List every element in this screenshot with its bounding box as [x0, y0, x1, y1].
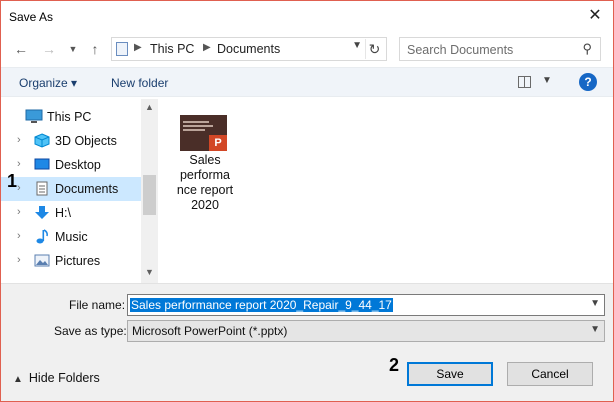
file-name-value[interactable]: Sales performance report 2020_Repair_9_4…: [130, 298, 393, 312]
save-type-select[interactable]: Microsoft PowerPoint (*.pptx) ▼: [127, 320, 605, 342]
sidebar-scrollbar[interactable]: ▲ ▼: [141, 99, 158, 283]
file-label-line: Sales: [189, 153, 221, 167]
chevron-right-icon[interactable]: ›: [17, 182, 21, 194]
navigation-pane: This PC › 3D Objects › Desktop › Documen…: [1, 99, 159, 283]
sidebar-item-documents[interactable]: › Documents: [1, 177, 141, 201]
chevron-down-icon[interactable]: ▼: [63, 39, 83, 59]
organize-button[interactable]: Organize ▾: [19, 76, 77, 90]
sidebar-item-label: H:\: [55, 206, 71, 220]
search-placeholder: Search Documents: [407, 43, 514, 57]
hide-folders-label: Hide Folders: [28, 371, 100, 385]
save-as-dialog: Save As ✕ ← → ▼ ↑ ▶ This PC ▶ Documents …: [0, 0, 614, 402]
command-toolbar: Organize ▾ New folder ▼ ?: [1, 67, 613, 97]
file-name-field[interactable]: Sales performance report 2020_Repair_9_4…: [127, 294, 605, 316]
new-folder-button[interactable]: New folder: [111, 76, 168, 90]
arrow-left-icon[interactable]: ←: [11, 39, 31, 59]
address-bar[interactable]: ▶ This PC ▶ Documents ▼ ↻: [111, 37, 387, 61]
scrollbar-thumb[interactable]: [143, 175, 156, 215]
computer-icon: [116, 42, 128, 56]
sidebar-item-label: This PC: [47, 110, 92, 124]
save-type-value: Microsoft PowerPoint (*.pptx): [132, 324, 288, 338]
file-list: P Sales performa nce report 2020: [161, 99, 613, 283]
sidebar-item-label: Desktop: [55, 158, 101, 172]
chevron-right-icon[interactable]: ›: [17, 254, 21, 266]
download-arrow-icon: [34, 205, 50, 220]
view-options-icon[interactable]: [518, 76, 531, 88]
sidebar-item-music[interactable]: › Music: [1, 225, 141, 249]
chevron-down-icon[interactable]: ▼: [145, 267, 154, 277]
save-type-label: Save as type:: [54, 324, 127, 338]
sidebar-item-label: 3D Objects: [55, 134, 117, 148]
chevron-right-icon[interactable]: ›: [17, 134, 21, 146]
hide-folders-button[interactable]: ▲ Hide Folders: [13, 371, 100, 385]
annotation-marker-2: 2: [389, 355, 400, 375]
sidebar-item-desktop[interactable]: › Desktop: [1, 153, 141, 177]
search-icon[interactable]: ⚲: [582, 41, 592, 57]
navigation-bar: ← → ▼ ↑ ▶ This PC ▶ Documents ▼ ↻ Search…: [1, 33, 613, 65]
chevron-up-icon: ▲: [13, 374, 23, 385]
breadcrumb-documents[interactable]: Documents: [217, 42, 280, 56]
sidebar-item-label: Pictures: [55, 254, 101, 268]
chevron-right-icon[interactable]: ›: [17, 158, 21, 170]
chevron-down-icon[interactable]: ▼: [542, 75, 552, 86]
chevron-up-icon[interactable]: ▲: [145, 102, 154, 112]
sidebar-item-h-drive[interactable]: › H:\: [1, 201, 141, 225]
desktop-icon: [34, 157, 50, 172]
help-icon[interactable]: ?: [579, 73, 597, 91]
save-button[interactable]: Save: [407, 362, 493, 386]
refresh-icon[interactable]: ↻: [365, 39, 383, 59]
title-bar: Save As ✕: [1, 1, 613, 32]
chevron-right-icon[interactable]: ›: [17, 206, 21, 218]
arrow-right-icon[interactable]: →: [39, 39, 59, 59]
sidebar-item-pictures[interactable]: › Pictures: [1, 249, 141, 273]
breadcrumb-this-pc[interactable]: This PC: [150, 42, 194, 56]
file-name-label: File name:: [69, 298, 126, 312]
pictures-icon: [34, 253, 50, 268]
file-name-label: Sales performa nce report 2020: [171, 153, 239, 213]
cube-icon: [34, 133, 50, 148]
sidebar-item-3d-objects[interactable]: › 3D Objects: [1, 129, 141, 153]
search-input[interactable]: Search Documents ⚲: [399, 37, 601, 61]
sidebar-item-label: Music: [55, 230, 88, 244]
chevron-right-icon: ▶: [203, 42, 211, 53]
chevron-down-icon[interactable]: ▼: [590, 298, 600, 309]
file-label-line: 2020: [191, 198, 219, 212]
arrow-up-icon[interactable]: ↑: [85, 39, 105, 59]
sidebar-item-label: Documents: [55, 182, 119, 196]
window-title: Save As: [9, 10, 54, 24]
powerpoint-file-icon: P: [180, 115, 227, 151]
sidebar-item-this-pc[interactable]: This PC: [1, 105, 141, 129]
chevron-down-icon[interactable]: ▼: [590, 324, 600, 335]
music-note-icon: [34, 229, 50, 244]
file-label-line: nce report: [176, 183, 234, 197]
documents-icon: [34, 181, 50, 196]
annotation-marker-1: 1: [7, 171, 18, 191]
chevron-down-icon[interactable]: ▼: [352, 40, 362, 51]
cancel-button[interactable]: Cancel: [507, 362, 593, 386]
chevron-right-icon: ▶: [134, 42, 142, 53]
computer-icon: [25, 109, 43, 124]
chevron-right-icon[interactable]: ›: [17, 230, 21, 242]
save-options-panel: File name: Sales performance report 2020…: [1, 283, 613, 401]
file-label-line: performa: [179, 168, 231, 182]
close-icon[interactable]: ✕: [583, 5, 607, 27]
